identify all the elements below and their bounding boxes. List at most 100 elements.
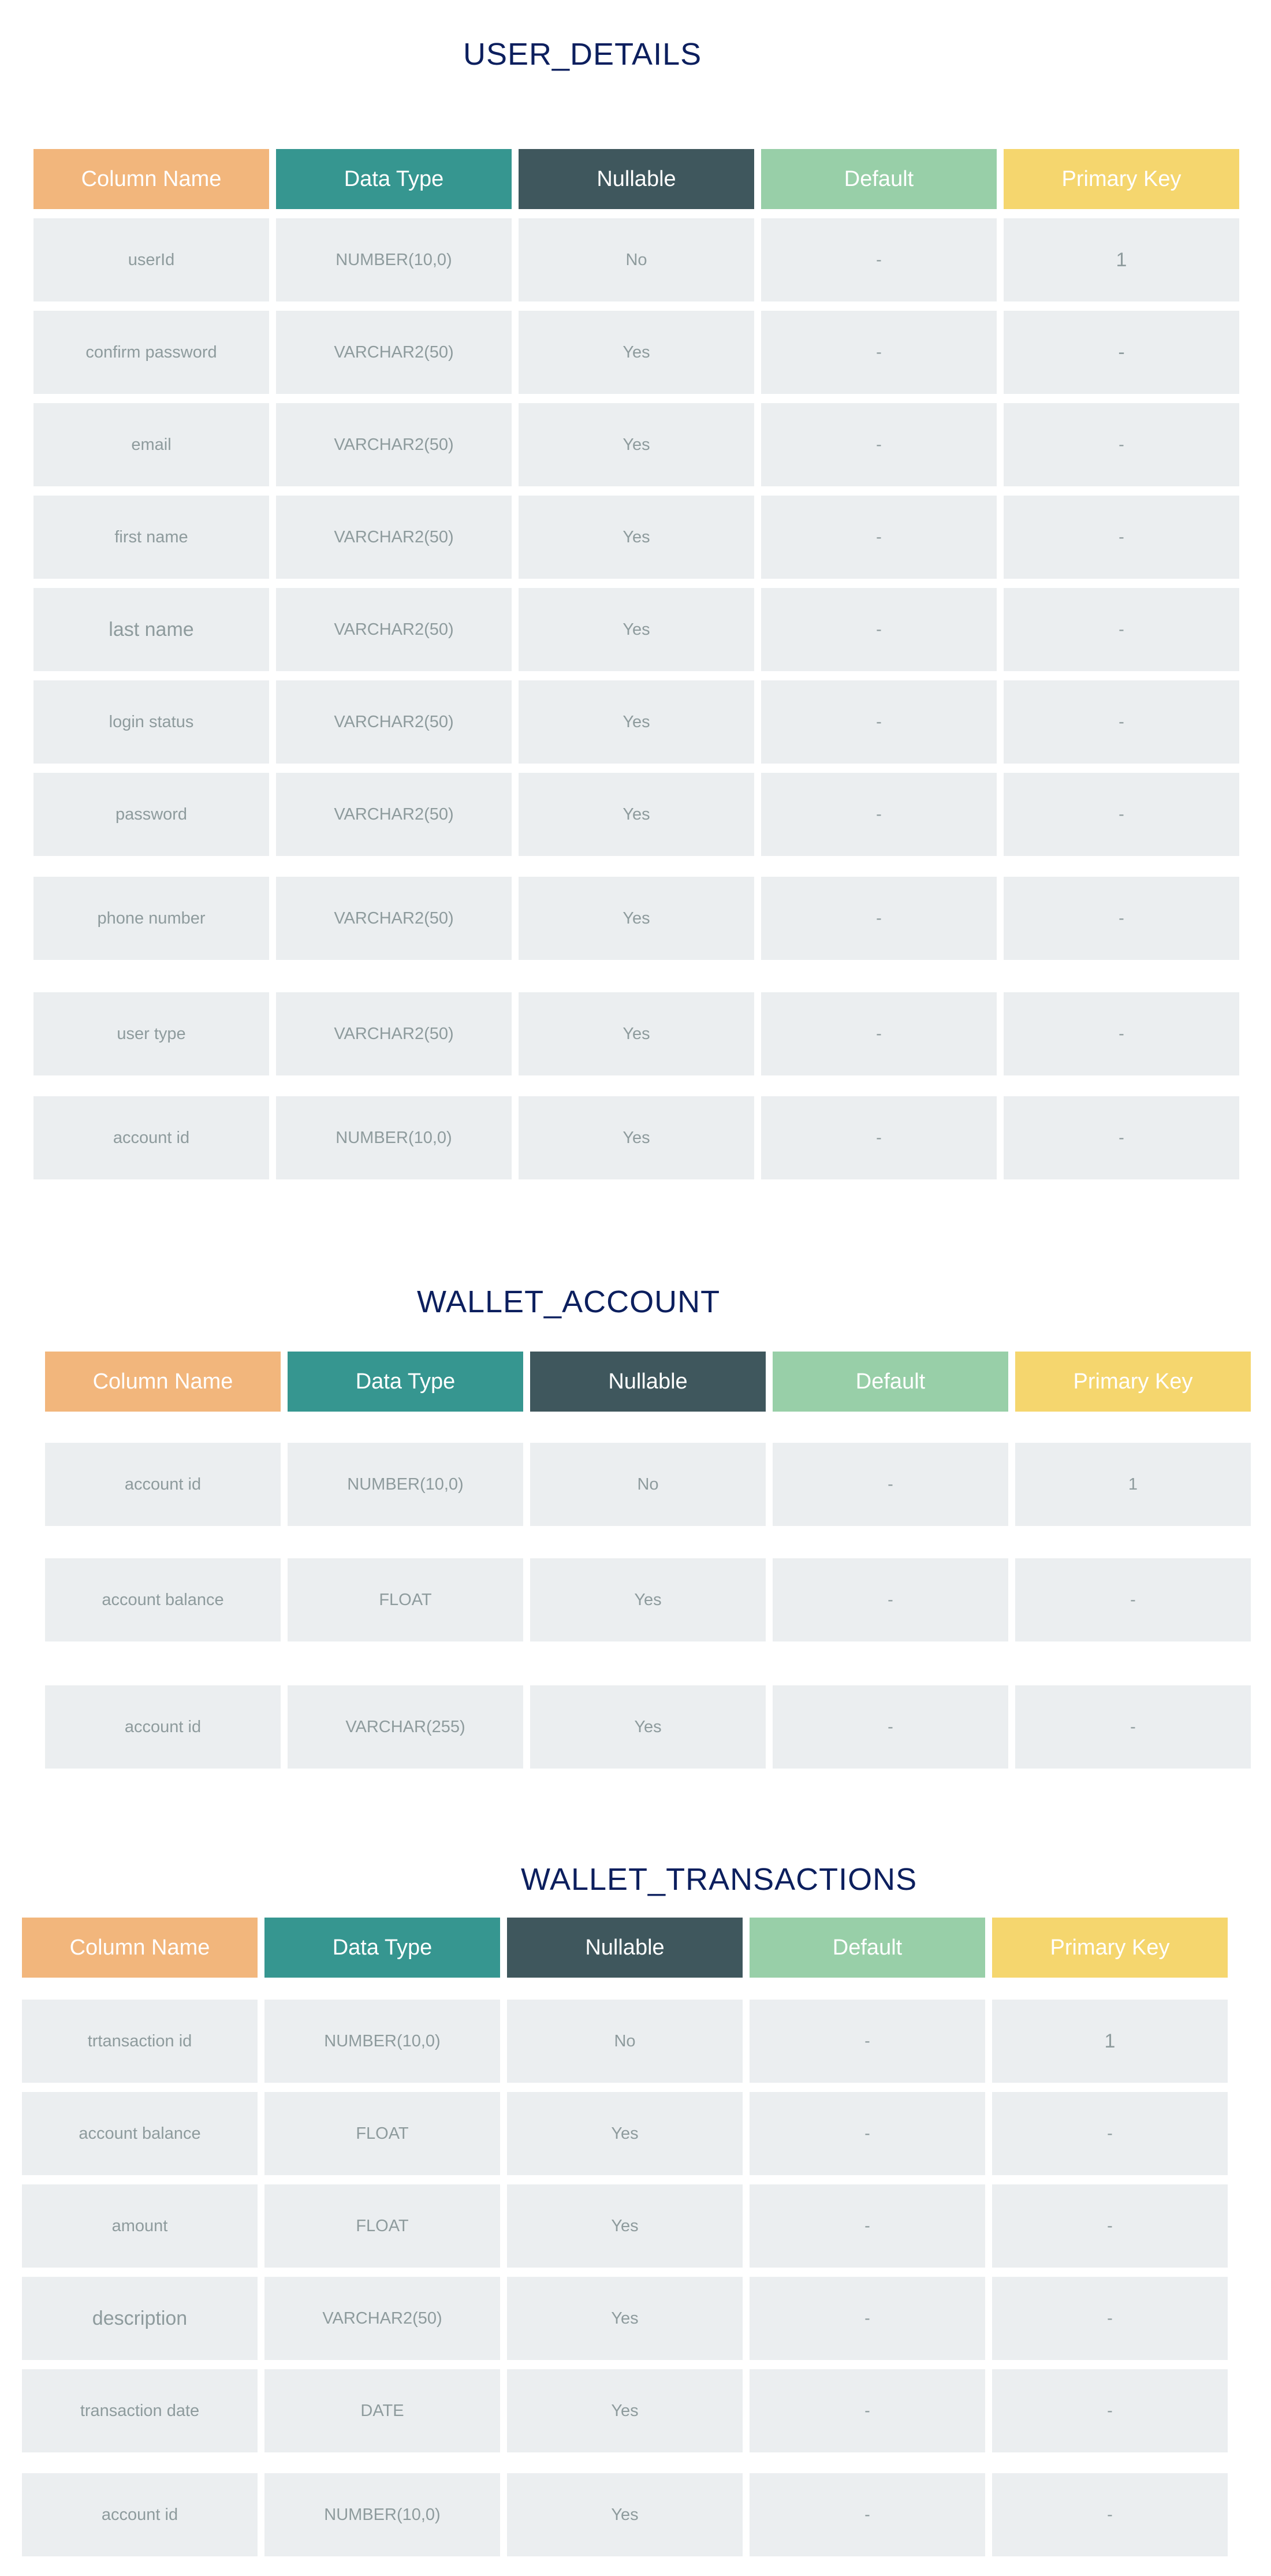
cell-nullable: No: [519, 218, 754, 301]
header-primary-key: Primary Key: [992, 1918, 1228, 1978]
cell-primary-key: -: [1004, 680, 1239, 764]
cell-primary-key: -: [992, 2277, 1228, 2360]
cell-nullable: Yes: [507, 2473, 743, 2556]
cell-data-type: FLOAT: [264, 2092, 500, 2175]
cell-data-type: VARCHAR2(50): [276, 992, 512, 1075]
cell-primary-key: 1: [1004, 218, 1239, 301]
header-default: Default: [773, 1352, 1008, 1412]
cell-column-name: amount: [22, 2184, 258, 2268]
cell-default: -: [750, 2369, 985, 2452]
cell-nullable: Yes: [507, 2369, 743, 2452]
header-column-name: Column Name: [45, 1352, 281, 1412]
cell-default: -: [761, 403, 997, 486]
cell-primary-key: -: [1004, 992, 1239, 1075]
cell-column-name: user type: [33, 992, 269, 1075]
cell-primary-key: -: [992, 2369, 1228, 2452]
cell-default: -: [761, 218, 997, 301]
cell-default: -: [750, 2473, 985, 2556]
cell-column-name: trtansaction id: [22, 2000, 258, 2083]
header-nullable: Nullable: [530, 1352, 766, 1412]
cell-nullable: Yes: [519, 992, 754, 1075]
table-title-wallet-transactions: WALLET_TRANSACTIONS: [521, 1862, 918, 1897]
cell-nullable: No: [507, 2000, 743, 2083]
table-title-user-details: USER_DETAILS: [463, 37, 702, 72]
cell-data-type: FLOAT: [288, 1558, 523, 1641]
cell-column-name: description: [22, 2277, 258, 2360]
header-default: Default: [761, 149, 997, 209]
cell-primary-key: -: [1004, 1096, 1239, 1179]
cell-default: -: [761, 680, 997, 764]
cell-data-type: VARCHAR2(50): [276, 496, 512, 579]
header-column-name: Column Name: [22, 1918, 258, 1978]
cell-nullable: Yes: [519, 680, 754, 764]
header-default: Default: [750, 1918, 985, 1978]
cell-default: -: [761, 992, 997, 1075]
cell-nullable: Yes: [507, 2184, 743, 2268]
cell-column-name: password: [33, 773, 269, 856]
header-column-name: Column Name: [33, 149, 269, 209]
cell-column-name: account id: [22, 2473, 258, 2556]
cell-data-type: VARCHAR(255): [288, 1685, 523, 1769]
header-nullable: Nullable: [507, 1918, 743, 1978]
cell-default: -: [750, 2000, 985, 2083]
cell-default: -: [761, 496, 997, 579]
cell-default: -: [773, 1443, 1008, 1526]
cell-data-type: NUMBER(10,0): [264, 2473, 500, 2556]
cell-default: -: [750, 2092, 985, 2175]
cell-default: -: [761, 773, 997, 856]
header-data-type: Data Type: [264, 1918, 500, 1978]
cell-default: -: [750, 2277, 985, 2360]
schema-diagram-page: { "colors": { "column_name": "#f2b67c", …: [0, 0, 1271, 2576]
cell-nullable: Yes: [530, 1558, 766, 1641]
cell-data-type: VARCHAR2(50): [276, 680, 512, 764]
cell-default: -: [773, 1685, 1008, 1769]
cell-default: -: [773, 1558, 1008, 1641]
cell-nullable: Yes: [530, 1685, 766, 1769]
cell-default: -: [761, 588, 997, 671]
cell-nullable: No: [530, 1443, 766, 1526]
cell-primary-key: -: [1004, 496, 1239, 579]
cell-data-type: NUMBER(10,0): [264, 2000, 500, 2083]
cell-primary-key: -: [992, 2092, 1228, 2175]
cell-column-name: confirm password: [33, 311, 269, 394]
cell-nullable: Yes: [519, 403, 754, 486]
cell-column-name: account balance: [45, 1558, 281, 1641]
header-nullable: Nullable: [519, 149, 754, 209]
cell-data-type: VARCHAR2(50): [276, 773, 512, 856]
cell-primary-key: -: [1015, 1685, 1251, 1769]
cell-data-type: NUMBER(10,0): [276, 218, 512, 301]
cell-column-name: email: [33, 403, 269, 486]
cell-primary-key: -: [1015, 1558, 1251, 1641]
cell-data-type: VARCHAR2(50): [264, 2277, 500, 2360]
cell-column-name: userId: [33, 218, 269, 301]
cell-primary-key: -: [1004, 311, 1239, 394]
cell-column-name: account balance: [22, 2092, 258, 2175]
cell-nullable: Yes: [519, 496, 754, 579]
cell-primary-key: -: [1004, 877, 1239, 960]
header-primary-key: Primary Key: [1004, 149, 1239, 209]
cell-data-type: VARCHAR2(50): [276, 403, 512, 486]
cell-primary-key: -: [1004, 588, 1239, 671]
cell-data-type: VARCHAR2(50): [276, 311, 512, 394]
cell-data-type: NUMBER(10,0): [276, 1096, 512, 1179]
cell-default: -: [761, 877, 997, 960]
cell-data-type: NUMBER(10,0): [288, 1443, 523, 1526]
cell-column-name: transaction date: [22, 2369, 258, 2452]
cell-nullable: Yes: [507, 2092, 743, 2175]
cell-nullable: Yes: [519, 773, 754, 856]
cell-column-name: phone number: [33, 877, 269, 960]
cell-nullable: Yes: [519, 1096, 754, 1179]
header-primary-key: Primary Key: [1015, 1352, 1251, 1412]
cell-nullable: Yes: [519, 877, 754, 960]
cell-data-type: VARCHAR2(50): [276, 877, 512, 960]
cell-data-type: DATE: [264, 2369, 500, 2452]
cell-data-type: VARCHAR2(50): [276, 588, 512, 671]
cell-primary-key: -: [1004, 403, 1239, 486]
cell-nullable: Yes: [519, 311, 754, 394]
cell-primary-key: 1: [1015, 1443, 1251, 1526]
cell-nullable: Yes: [507, 2277, 743, 2360]
cell-nullable: Yes: [519, 588, 754, 671]
header-data-type: Data Type: [288, 1352, 523, 1412]
header-data-type: Data Type: [276, 149, 512, 209]
cell-default: -: [750, 2184, 985, 2268]
